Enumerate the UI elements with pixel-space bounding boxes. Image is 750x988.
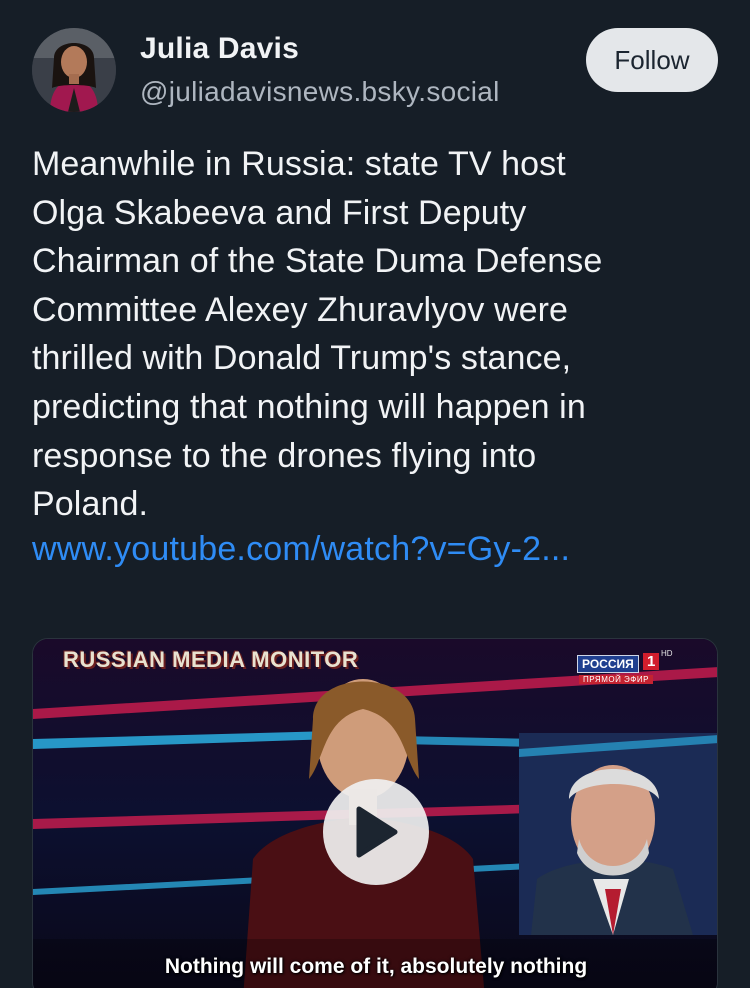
video-watermark: RUSSIAN MEDIA MONITOR xyxy=(63,647,359,672)
play-icon xyxy=(356,806,398,858)
profile-photo-icon xyxy=(32,28,116,112)
channel-name: РОССИЯ xyxy=(577,655,639,673)
author-display-name[interactable]: Julia Davis xyxy=(140,32,299,66)
post-text-line: response to the drones flying into xyxy=(32,436,537,475)
follow-button[interactable]: Follow xyxy=(586,28,718,92)
post-text-line: Poland. xyxy=(32,485,149,524)
post-text-line: thrilled with Donald Trump's stance, xyxy=(32,339,572,378)
post-text-line: Olga Skabeeva and First Deputy xyxy=(32,193,527,232)
post-link[interactable]: www.youtube.com/watch?v=Gy-2... xyxy=(32,530,570,569)
avatar[interactable] xyxy=(32,28,116,112)
channel-hd: HD xyxy=(661,649,673,658)
post-text-line: predicting that nothing will happen in xyxy=(32,387,586,426)
post-text-line: Meanwhile in Russia: state TV host xyxy=(32,145,566,183)
video-embed[interactable]: RUSSIAN MEDIA MONITOR РОССИЯ 1 HD ПРЯМОЙ… xyxy=(32,638,718,988)
post-text-line: Committee Alexey Zhuravlyov were xyxy=(32,290,569,329)
author-handle[interactable]: @juliadavisnews.bsky.social xyxy=(140,76,500,108)
post-card: Julia Davis @juliadavisnews.bsky.social … xyxy=(0,0,750,988)
channel-logo: РОССИЯ 1 HD ПРЯМОЙ ЭФИР xyxy=(573,649,673,687)
channel-live-label: ПРЯМОЙ ЭФИР xyxy=(579,675,653,684)
video-subtitle: Nothing will come of it, absolutely noth… xyxy=(164,955,588,978)
play-button[interactable] xyxy=(323,779,429,885)
channel-number: 1 xyxy=(643,653,660,670)
post-text: Meanwhile in Russia: state TV host Olga … xyxy=(32,140,722,529)
post-text-line: Chairman of the State Duma Defense xyxy=(32,242,603,281)
